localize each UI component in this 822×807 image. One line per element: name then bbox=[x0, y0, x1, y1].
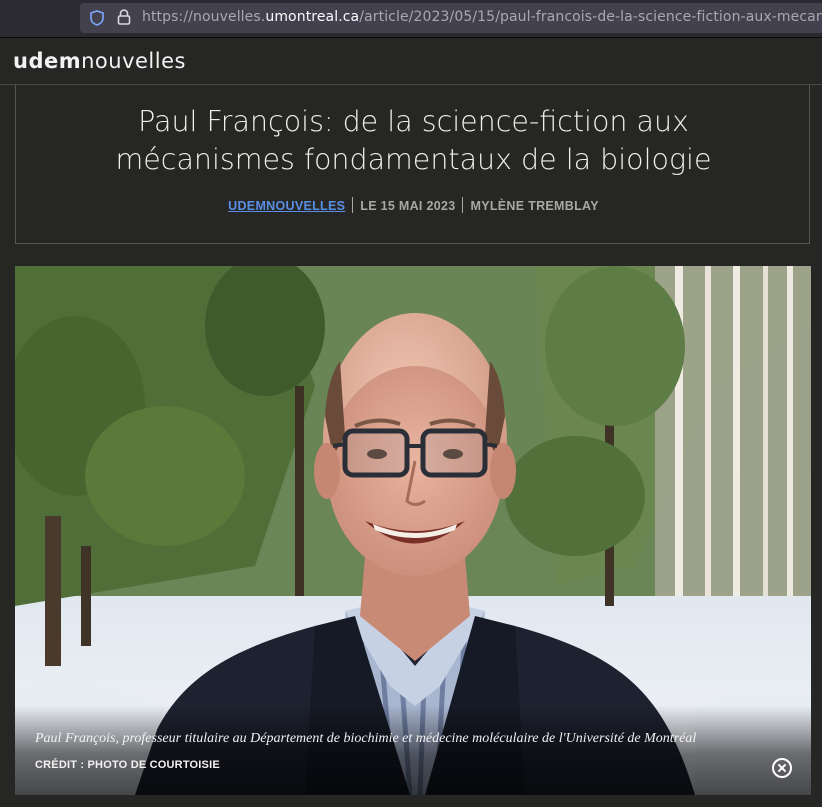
browser-toolbar: https://nouvelles.umontreal.ca/article/2… bbox=[0, 0, 822, 38]
photo-credit: CRÉDIT : PHOTO DE COURTOISIE bbox=[35, 759, 220, 771]
article-meta: UDEMNOUVELLES LE 15 MAI 2023 MYLÈNE TREMBL… bbox=[16, 197, 811, 213]
lock-icon[interactable] bbox=[117, 9, 131, 25]
article-title: Paul François: de la science-fiction aux… bbox=[16, 103, 811, 179]
close-icon[interactable] bbox=[772, 758, 792, 778]
title-line-2: mécanismes fondamentaux de la biologie bbox=[115, 143, 712, 176]
url-prefix: https://nouvelles. bbox=[142, 9, 266, 25]
shield-icon[interactable] bbox=[89, 10, 105, 26]
author-name: MYLÈNE TREMBLAY bbox=[470, 199, 599, 213]
category-link[interactable]: UDEMNOUVELLES bbox=[228, 199, 345, 213]
title-line-1: Paul François: de la science-fiction aux bbox=[138, 105, 689, 138]
article-photo: Paul François, professeur titulaire au D… bbox=[15, 266, 811, 795]
site-header: udemnouvelles bbox=[0, 38, 822, 85]
site-logo[interactable]: udemnouvelles bbox=[13, 49, 186, 73]
url-text[interactable]: https://nouvelles.umontreal.ca/article/2… bbox=[142, 9, 822, 25]
article-header: Paul François: de la science-fiction aux… bbox=[15, 85, 810, 244]
meta-divider bbox=[462, 197, 464, 213]
photo-caption: Paul François, professeur titulaire au D… bbox=[35, 731, 697, 746]
address-bar[interactable]: https://nouvelles.umontreal.ca/article/2… bbox=[80, 3, 822, 33]
url-host: umontreal.ca bbox=[265, 9, 360, 25]
logo-bold: udem bbox=[13, 49, 82, 73]
meta-divider bbox=[352, 197, 354, 213]
url-path: /article/2023/05/15/paul-francois-de-la-… bbox=[359, 9, 822, 25]
publish-date: LE 15 MAI 2023 bbox=[360, 199, 456, 213]
logo-light: nouvelles bbox=[81, 49, 186, 73]
caption-overlay bbox=[15, 705, 811, 795]
article-page: Paul François: de la science-fiction aux… bbox=[0, 85, 822, 807]
